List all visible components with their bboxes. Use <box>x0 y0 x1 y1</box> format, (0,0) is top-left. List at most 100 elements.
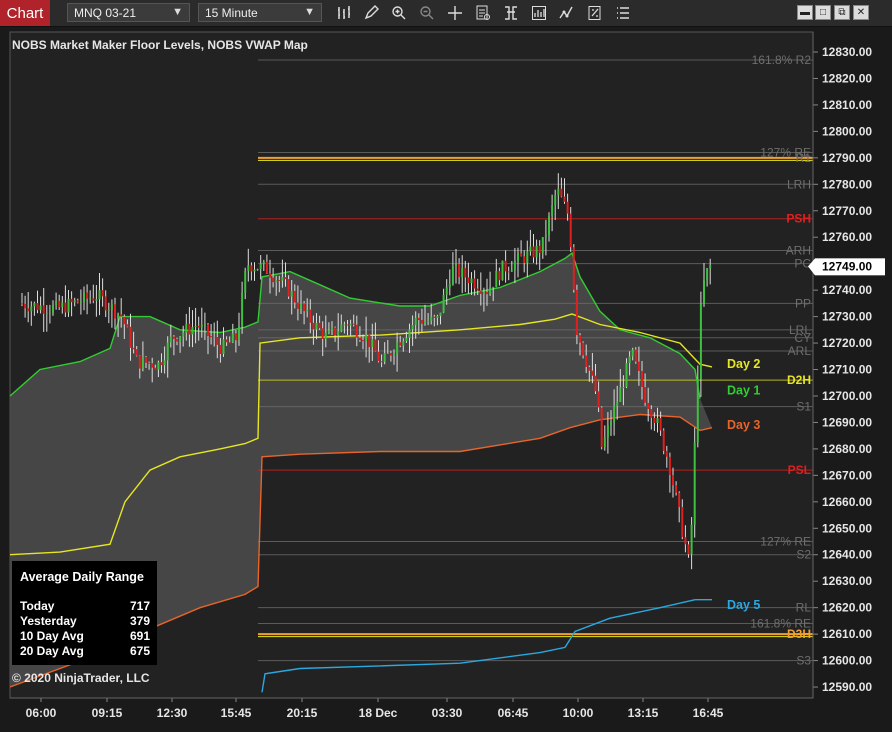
candle-body <box>566 201 569 214</box>
candle-body <box>389 353 392 356</box>
candle-body <box>241 292 244 327</box>
candle-body <box>73 300 76 303</box>
candle-body <box>371 339 374 348</box>
candle-body <box>110 304 113 311</box>
candle-body <box>163 360 166 366</box>
candle-body <box>135 349 138 356</box>
y-tick-label: 12740.00 <box>822 283 872 297</box>
candle-body <box>148 362 151 364</box>
candle-body <box>343 324 346 326</box>
candle-body <box>89 298 92 300</box>
adr-value: 379 <box>129 614 150 628</box>
y-tick-label: 12820.00 <box>822 71 872 85</box>
candle-body <box>417 317 420 321</box>
candle-body <box>27 308 30 312</box>
x-tick-label: 03:30 <box>432 706 463 720</box>
candle-body <box>504 260 507 272</box>
candle-body <box>486 292 488 295</box>
candle-body <box>600 407 603 448</box>
candle-body <box>610 422 612 426</box>
candle-body <box>30 306 33 312</box>
candle-body <box>86 292 89 299</box>
x-tick-label: 16:45 <box>693 706 724 720</box>
candle-body <box>544 235 547 238</box>
candle-body <box>675 485 678 493</box>
candle-body <box>572 247 575 290</box>
candle-body <box>216 337 219 345</box>
adr-value: 717 <box>129 599 150 613</box>
candle-body <box>538 245 541 253</box>
candle-body <box>693 442 696 525</box>
candle-body <box>396 342 399 355</box>
candle-body <box>513 261 516 271</box>
candle-body <box>169 336 172 343</box>
candle-body <box>166 342 169 361</box>
day-label: Day 5 <box>727 598 760 612</box>
candle-body <box>641 370 643 387</box>
candle-body <box>272 277 275 283</box>
candle-body <box>92 298 95 301</box>
adr-label: 10 Day Avg <box>20 629 84 643</box>
y-tick-label: 12770.00 <box>822 204 872 218</box>
y-tick-label: 12640.00 <box>822 548 872 562</box>
candle-body <box>575 289 578 336</box>
candle-body <box>606 425 609 438</box>
y-tick-label: 12590.00 <box>822 680 872 694</box>
adr-panel: Average Daily Range Today 717 Yesterday … <box>12 561 157 665</box>
y-tick-label: 12690.00 <box>822 415 872 429</box>
candle-body <box>200 324 203 328</box>
candle-body <box>628 356 631 364</box>
candle-body <box>557 188 560 196</box>
candle-body <box>374 339 377 352</box>
adr-row: 10 Day Avg 691 <box>20 629 150 644</box>
level-label: D2H <box>787 373 811 387</box>
candle-body <box>129 326 132 348</box>
candle-body <box>668 456 671 476</box>
day-label: Day 3 <box>727 418 760 432</box>
candle-body <box>436 316 439 318</box>
candle-body <box>52 305 54 313</box>
y-tick-label: 12680.00 <box>822 442 872 456</box>
candle-body <box>70 298 73 303</box>
candle-body <box>340 324 343 332</box>
chart-title: NOBS Market Maker Floor Levels, NOBS VWA… <box>12 38 308 52</box>
candle-body <box>172 336 175 339</box>
y-tick-label: 12720.00 <box>822 336 872 350</box>
candle-body <box>306 309 309 312</box>
y-tick-label: 12620.00 <box>822 601 872 615</box>
level-label: D3H <box>787 627 811 641</box>
candle-body <box>603 437 606 448</box>
candle-body <box>231 333 234 343</box>
candle-body <box>399 342 402 346</box>
candle-body <box>420 320 423 324</box>
last-price-label: 12749.00 <box>822 259 872 273</box>
candle-body <box>597 391 600 408</box>
candle-body <box>402 341 405 346</box>
level-label: PSH <box>786 212 811 226</box>
x-tick-label: 09:15 <box>92 706 123 720</box>
candle-body <box>464 267 467 278</box>
candle-body <box>210 336 213 338</box>
candle-body <box>430 316 433 321</box>
candle-body <box>470 278 473 284</box>
candle-body <box>55 300 58 306</box>
candle-body <box>386 353 389 355</box>
candle-body <box>265 261 268 274</box>
candle-body <box>634 349 637 362</box>
candle-body <box>207 324 209 337</box>
day-label: Day 1 <box>727 384 760 398</box>
y-tick-label: 12630.00 <box>822 574 872 588</box>
candle-body <box>154 367 157 370</box>
candle-body <box>138 355 141 369</box>
candle-body <box>253 269 256 272</box>
candle-body <box>383 353 386 362</box>
candle-body <box>631 349 634 357</box>
candle-body <box>61 302 64 308</box>
x-tick-label: 06:45 <box>498 706 529 720</box>
candle-body <box>433 316 436 318</box>
candle-body <box>222 339 225 355</box>
candle-body <box>644 386 647 403</box>
candle-body <box>123 316 126 325</box>
candle-body <box>315 322 318 330</box>
level-label: PP <box>795 296 811 310</box>
